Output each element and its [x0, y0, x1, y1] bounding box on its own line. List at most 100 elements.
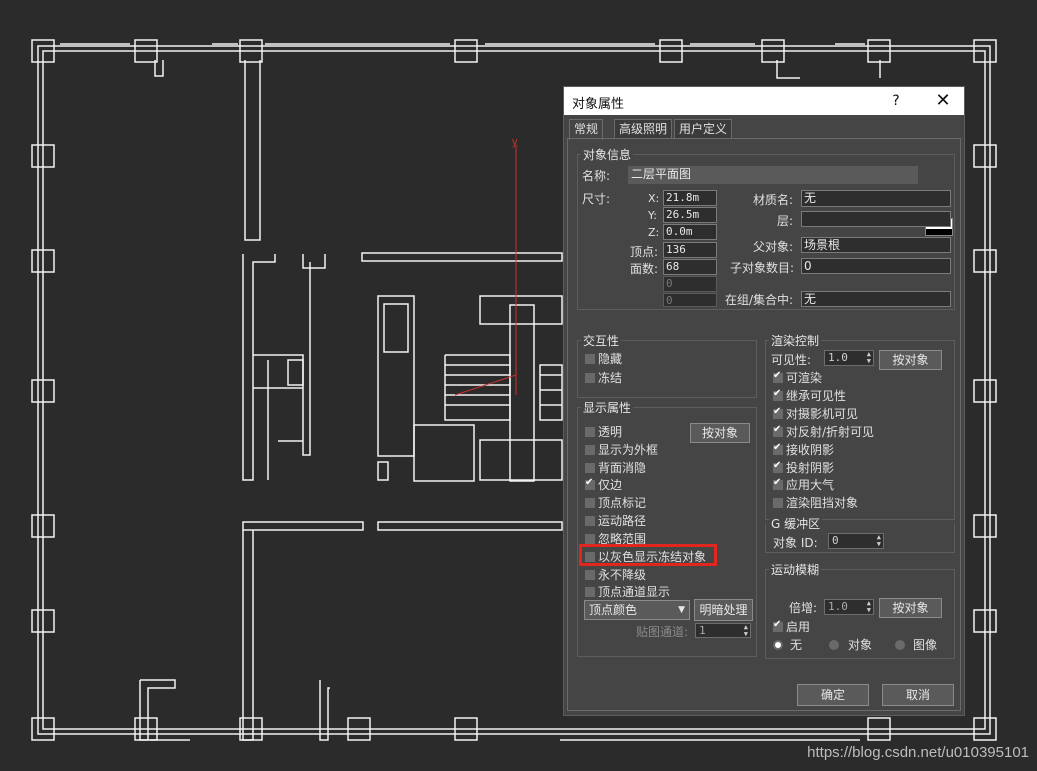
- highlight-box: [579, 544, 717, 566]
- inherit-visibility-checkbox[interactable]: [773, 388, 783, 401]
- object-info-label: 对象信息: [581, 146, 634, 163]
- receive-shadows-label: 接收阴影: [786, 443, 835, 457]
- y-dimension-field: 26.5m: [663, 207, 717, 223]
- object-properties-dialog: 对象属性 ? ✕ 常规 高级照明 用户定义 对象信息 名称: 二层平面图 尺寸:…: [563, 86, 965, 716]
- dialog-titlebar[interactable]: 对象属性 ? ✕: [564, 87, 964, 115]
- multiplier-spinner: 1.0 ▲ ▼: [824, 599, 874, 615]
- watermark-url: https://blog.csdn.net/u010395101: [807, 744, 1029, 761]
- map-channel-label: 贴图通道:: [636, 625, 689, 639]
- display-as-box-checkbox[interactable]: [585, 445, 595, 455]
- visible-to-camera-label: 对摄影机可见: [786, 407, 859, 421]
- cast-shadows-checkbox[interactable]: [773, 460, 783, 473]
- none-label: 无: [790, 638, 803, 652]
- inherit-visibility-label: 继承可见性: [786, 389, 847, 403]
- dialog-title: 对象属性: [572, 97, 625, 112]
- interactivity-label: 交互性: [581, 332, 622, 349]
- ignore-extents-checkbox[interactable]: [585, 534, 595, 544]
- spinner-arrows-icon: ▲ ▼: [743, 623, 748, 638]
- edges-only-label: 仅边: [598, 478, 623, 492]
- multiplier-value: 1.0: [828, 600, 848, 613]
- tab-advanced-lighting[interactable]: 高级照明: [614, 119, 673, 139]
- edges-only-checkbox[interactable]: [585, 477, 595, 490]
- render-occluded-label: 渲染阻挡对象: [786, 496, 859, 510]
- object-label: 对象: [848, 638, 873, 652]
- multiplier-label: 倍增:: [789, 601, 818, 615]
- image-radio[interactable]: [895, 640, 905, 650]
- apply-atmospherics-label: 应用大气: [786, 478, 835, 492]
- visibility-value: 1.0: [828, 351, 848, 364]
- tab-user-defined[interactable]: 用户定义: [674, 119, 733, 139]
- extra-field-2: 0: [663, 293, 717, 307]
- children-count-field: 0: [801, 258, 951, 274]
- tab-body: 对象信息 名称: 二层平面图 尺寸: X: 21.8m Y: 26.5m Z: …: [567, 138, 961, 711]
- trajectory-label: 运动路径: [598, 514, 647, 528]
- trajectory-checkbox[interactable]: [585, 516, 595, 526]
- name-field[interactable]: 二层平面图: [628, 166, 918, 184]
- never-degrade-checkbox[interactable]: [585, 570, 595, 580]
- display-properties-label: 显示属性: [581, 399, 634, 416]
- receive-shadows-checkbox[interactable]: [773, 442, 783, 455]
- z-dimension-field: 0.0m: [663, 224, 717, 240]
- tab-general[interactable]: 常规: [569, 119, 604, 140]
- visibility-spinner[interactable]: 1.0 ▲ ▼: [824, 350, 874, 366]
- axis-y-label: y: [512, 136, 518, 148]
- visibility-label: 可见性:: [771, 353, 812, 367]
- motion-blur-label: 运动模糊: [769, 561, 822, 578]
- map-channel-spinner: 1 ▲ ▼: [695, 623, 751, 638]
- visible-to-reflection-label: 对反射/折射可见: [786, 425, 875, 439]
- gbuffer-label: G 缓冲区: [769, 515, 823, 532]
- vertex-channel-display-label: 顶点通道显示: [598, 585, 671, 599]
- visible-to-reflection-checkbox[interactable]: [773, 424, 783, 437]
- dimensions-label: 尺寸:: [582, 192, 611, 206]
- renderable-label: 可渲染: [786, 371, 823, 385]
- in-group-label: 在组/集合中:: [725, 293, 794, 307]
- render-occluded-checkbox[interactable]: [773, 498, 783, 508]
- object-id-spinner[interactable]: 0 ▲ ▼: [828, 533, 884, 549]
- display-by-object-button[interactable]: 按对象: [690, 423, 750, 443]
- layer-label: 层:: [777, 214, 794, 228]
- render-by-object-button[interactable]: 按对象: [879, 350, 942, 370]
- in-group-field: 无: [801, 291, 951, 307]
- y-label: Y:: [648, 209, 657, 222]
- x-label: X:: [648, 192, 660, 205]
- object-id-label: 对象 ID:: [773, 536, 818, 550]
- freeze-checkbox[interactable]: [585, 373, 595, 383]
- enable-label: 启用: [786, 620, 811, 634]
- faces-label: 面数:: [630, 262, 659, 276]
- shaded-button[interactable]: 明暗处理: [694, 599, 753, 621]
- chevron-down-icon: ▼: [678, 605, 685, 615]
- vertex-color-dropdown[interactable]: 顶点颜色 ▼: [584, 600, 690, 620]
- extra-field-1: 0: [663, 276, 717, 292]
- layer-field: [801, 211, 951, 227]
- backface-cull-checkbox[interactable]: [585, 463, 595, 473]
- enable-checkbox[interactable]: [773, 619, 783, 632]
- material-field: 无: [801, 190, 951, 207]
- vertex-ticks-label: 顶点标记: [598, 496, 647, 510]
- renderable-checkbox[interactable]: [773, 370, 783, 383]
- help-button[interactable]: ?: [886, 91, 906, 111]
- faces-field: 68: [663, 259, 717, 275]
- object-radio[interactable]: [829, 640, 839, 650]
- visible-to-camera-checkbox[interactable]: [773, 406, 783, 419]
- vertices-field: 136: [663, 242, 717, 258]
- hide-label: 隐藏: [598, 352, 623, 366]
- render-control-label: 渲染控制: [769, 332, 822, 349]
- parent-field: 场景根: [801, 237, 951, 253]
- vertex-color-value: 顶点颜色: [589, 603, 638, 617]
- vertices-label: 顶点:: [630, 245, 659, 259]
- backface-cull-label: 背面消隐: [598, 461, 647, 475]
- image-label: 图像: [913, 638, 938, 652]
- apply-atmospherics-checkbox[interactable]: [773, 477, 783, 490]
- motion-blur-by-object-button[interactable]: 按对象: [879, 598, 942, 618]
- z-label: Z:: [648, 226, 660, 239]
- material-label: 材质名:: [753, 193, 794, 207]
- transparent-checkbox[interactable]: [585, 427, 595, 437]
- vertex-ticks-checkbox[interactable]: [585, 498, 595, 508]
- hide-checkbox[interactable]: [585, 354, 595, 364]
- none-radio[interactable]: [773, 640, 783, 650]
- parent-label: 父对象:: [753, 240, 794, 254]
- close-button[interactable]: ✕: [932, 90, 954, 112]
- cancel-button[interactable]: 取消: [882, 684, 954, 706]
- ok-button[interactable]: 确定: [797, 684, 869, 706]
- vertex-channel-display-checkbox[interactable]: [585, 587, 595, 597]
